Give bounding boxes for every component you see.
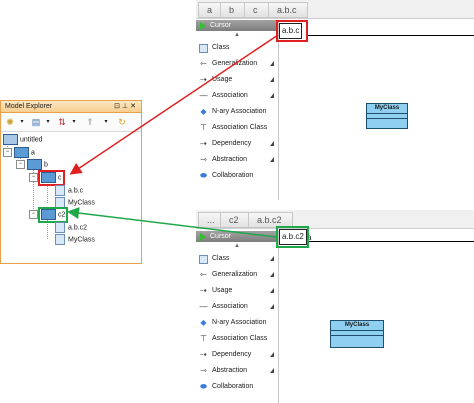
callout-arrows: [67, 34, 279, 238]
green-callout-arrow: [67, 207, 277, 238]
red-callout-arrow: [69, 34, 279, 175]
